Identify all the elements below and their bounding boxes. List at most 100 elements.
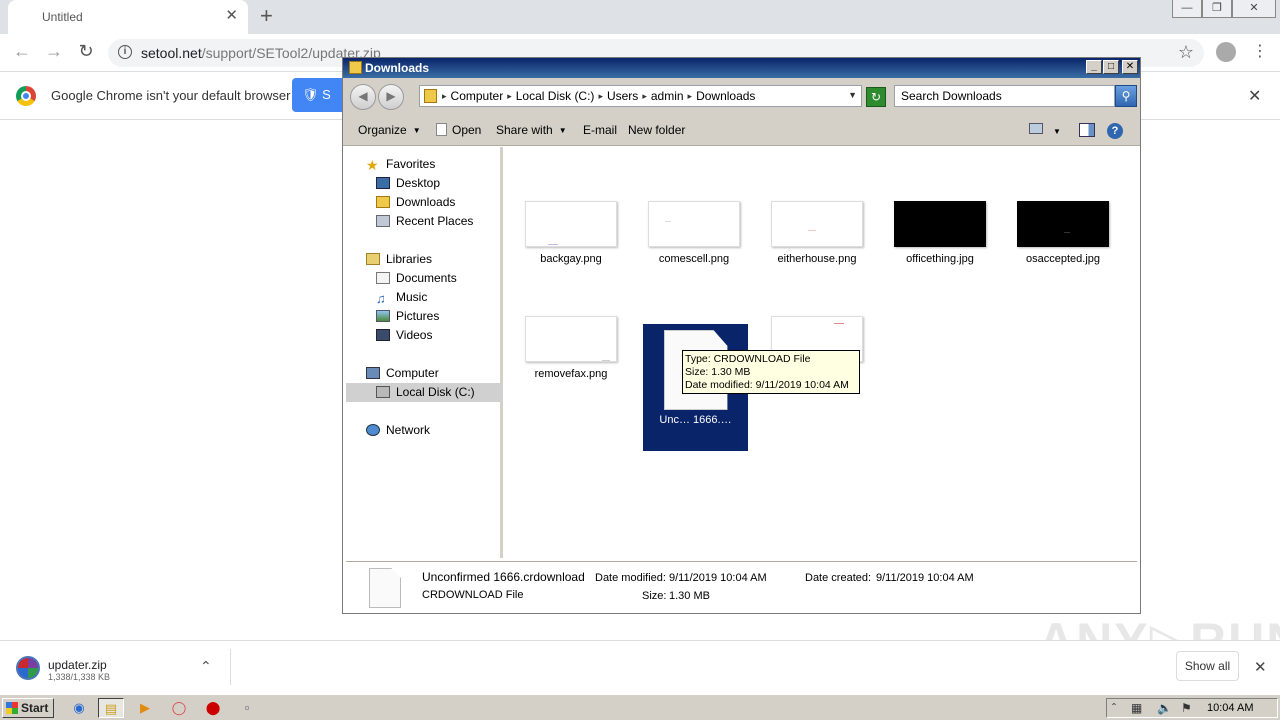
internet-explorer-icon[interactable]: ◉ — [66, 698, 92, 718]
network-tray-icon[interactable]: ▦ — [1131, 701, 1142, 715]
file-list: backgay.png comescell.png eitherhouse.pn… — [506, 147, 1138, 558]
shelf-divider — [230, 649, 231, 685]
star-icon: ★ — [366, 157, 379, 173]
bookmark-star-icon[interactable]: ☆ — [1178, 42, 1194, 63]
restore-button[interactable]: ❐ — [1202, 0, 1232, 18]
nav-recent-places[interactable]: Recent Places — [376, 212, 473, 231]
refresh-icon[interactable]: ↻ — [866, 87, 886, 107]
document-icon — [436, 123, 447, 136]
menu-kebab-icon[interactable]: ⋮ — [1252, 41, 1268, 61]
close-window-button[interactable]: ✕ — [1232, 0, 1276, 18]
change-view-button[interactable]: ▼ — [1029, 123, 1061, 137]
nav-computer[interactable]: Computer — [366, 364, 439, 383]
clock[interactable]: 10:04 AM — [1207, 702, 1253, 714]
chrome-icon[interactable]: ◯ — [166, 698, 192, 718]
crumb-admin[interactable]: admin — [651, 89, 684, 104]
minimize-button[interactable]: — — [1172, 0, 1202, 18]
new-tab-button[interactable]: + — [260, 4, 273, 28]
nav-local-disk[interactable]: Local Disk (C:) — [346, 383, 503, 402]
desktop-icon — [376, 177, 390, 189]
site-info-icon[interactable]: i — [118, 45, 132, 59]
explorer-close-button[interactable]: ✕ — [1122, 60, 1138, 74]
new-folder-button[interactable]: New folder — [628, 123, 685, 137]
email-button[interactable]: E-mail — [583, 123, 617, 137]
nav-network[interactable]: Network — [366, 421, 430, 440]
share-with-button[interactable]: Share with ▼ — [496, 123, 567, 137]
download-filename[interactable]: updater.zip — [48, 658, 107, 672]
nav-pictures[interactable]: Pictures — [376, 307, 439, 326]
volume-icon[interactable]: 🔈 — [1157, 701, 1172, 715]
winrar-archive-icon — [16, 656, 40, 680]
nav-videos[interactable]: Videos — [376, 326, 432, 345]
explorer-back-button[interactable]: ◀ — [350, 84, 376, 110]
download-shelf: updater.zip 1,338/1,338 KB ⌃ Show all ✕ — [0, 640, 1280, 692]
details-pane: Unconfirmed 1666.crdownload CRDOWNLOAD F… — [346, 561, 1137, 611]
notepad-icon[interactable]: ▫ — [234, 698, 260, 718]
address-folder-icon — [424, 89, 437, 103]
preview-pane-icon[interactable] — [1079, 123, 1095, 140]
start-button[interactable]: Start — [2, 698, 54, 718]
explorer-folder-icon[interactable]: ▤ — [98, 698, 124, 718]
network-icon — [366, 424, 380, 436]
explorer-command-bar: Organize ▼ Open Share with ▼ E-mail New fo… — [343, 116, 1140, 146]
infobar-close-icon[interactable]: ✕ — [1248, 86, 1261, 106]
chevron-up-icon[interactable]: ⌃ — [200, 658, 212, 675]
address-dropdown-icon[interactable]: ▼ — [848, 90, 857, 100]
back-arrow-icon[interactable]: ← — [10, 41, 34, 62]
crumb-users[interactable]: Users — [607, 89, 638, 104]
file-item[interactable]: removefax.png — [516, 316, 626, 380]
nav-downloads[interactable]: Downloads — [376, 193, 455, 212]
file-item[interactable]: comescell.png — [639, 201, 749, 265]
file-name: comescell.png — [658, 253, 730, 265]
reload-icon[interactable]: ↻ — [74, 41, 98, 62]
file-item[interactable]: backgay.png — [516, 201, 626, 265]
crumb-local-disk[interactable]: Local Disk (C:) — [516, 89, 595, 104]
nav-documents[interactable]: Documents — [376, 269, 457, 288]
tooltip-type: Type: CRDOWNLOAD File — [685, 353, 811, 365]
media-player-icon[interactable]: ▶ — [132, 698, 158, 718]
download-progress: 1,338/1,338 KB — [48, 672, 111, 682]
flag-icon[interactable]: ⚑ — [1181, 701, 1192, 715]
explorer-titlebar[interactable]: Downloads _ □ ✕ — [343, 58, 1140, 78]
image-thumbnail — [525, 201, 617, 247]
file-item[interactable]: officething.jpg — [885, 201, 995, 265]
details-size-value: 1.30 MB — [669, 590, 710, 602]
show-all-button[interactable]: Show all — [1176, 651, 1239, 681]
details-created-value: 9/11/2019 10:04 AM — [876, 572, 974, 584]
explorer-maximize-button[interactable]: □ — [1103, 60, 1119, 74]
forward-arrow-icon[interactable]: → — [42, 41, 66, 62]
nav-libraries[interactable]: Libraries — [366, 250, 432, 269]
details-modified-label: Date modified: — [595, 572, 666, 584]
open-button[interactable]: Open — [436, 123, 481, 137]
tab-close-icon[interactable]: ✕ — [225, 8, 238, 24]
organize-button[interactable]: Organize ▼ — [358, 123, 421, 137]
videos-icon — [376, 329, 390, 341]
opera-icon[interactable]: ⬤ — [200, 698, 226, 718]
browser-tab[interactable]: Untitled ✕ — [8, 0, 248, 34]
shelf-close-icon[interactable]: ✕ — [1254, 658, 1267, 676]
breadcrumb[interactable]: ▸ Computer ▸ Local Disk (C:) ▸ Users ▸ a… — [419, 85, 862, 107]
nav-desktop[interactable]: Desktop — [376, 174, 440, 193]
details-type: CRDOWNLOAD File — [422, 589, 524, 601]
nav-favorites[interactable]: ★ Favorites — [366, 155, 435, 174]
file-name: removefax.png — [534, 368, 608, 380]
file-item[interactable]: eitherhouse.png — [762, 201, 872, 265]
crumb-downloads[interactable]: Downloads — [696, 89, 755, 104]
help-icon[interactable]: ? — [1107, 123, 1123, 139]
music-icon: ♫ — [376, 291, 386, 306]
details-size-label: Size: — [642, 590, 667, 602]
file-name: officething.jpg — [906, 253, 974, 265]
search-input[interactable]: Search Downloads — [894, 85, 1115, 107]
profile-avatar-icon[interactable] — [1216, 42, 1236, 62]
explorer-forward-button[interactable]: ▶ — [378, 84, 404, 110]
image-thumbnail — [771, 201, 863, 247]
search-icon[interactable]: ⚲ — [1115, 85, 1137, 107]
explorer-addressbar: ◀ ▶ ▸ Computer ▸ Local Disk (C:) ▸ Users… — [343, 78, 1140, 116]
file-name: osaccepted.jpg — [1026, 253, 1100, 265]
nav-music[interactable]: ♫ Music — [376, 288, 427, 307]
crumb-computer[interactable]: Computer — [451, 89, 504, 104]
explorer-minimize-button[interactable]: _ — [1086, 60, 1102, 74]
tray-expand-icon[interactable]: ˆ — [1112, 701, 1116, 715]
browser-window-controls: — ❐ ✕ — [1172, 0, 1276, 18]
file-item[interactable]: osaccepted.jpg — [1008, 201, 1118, 265]
